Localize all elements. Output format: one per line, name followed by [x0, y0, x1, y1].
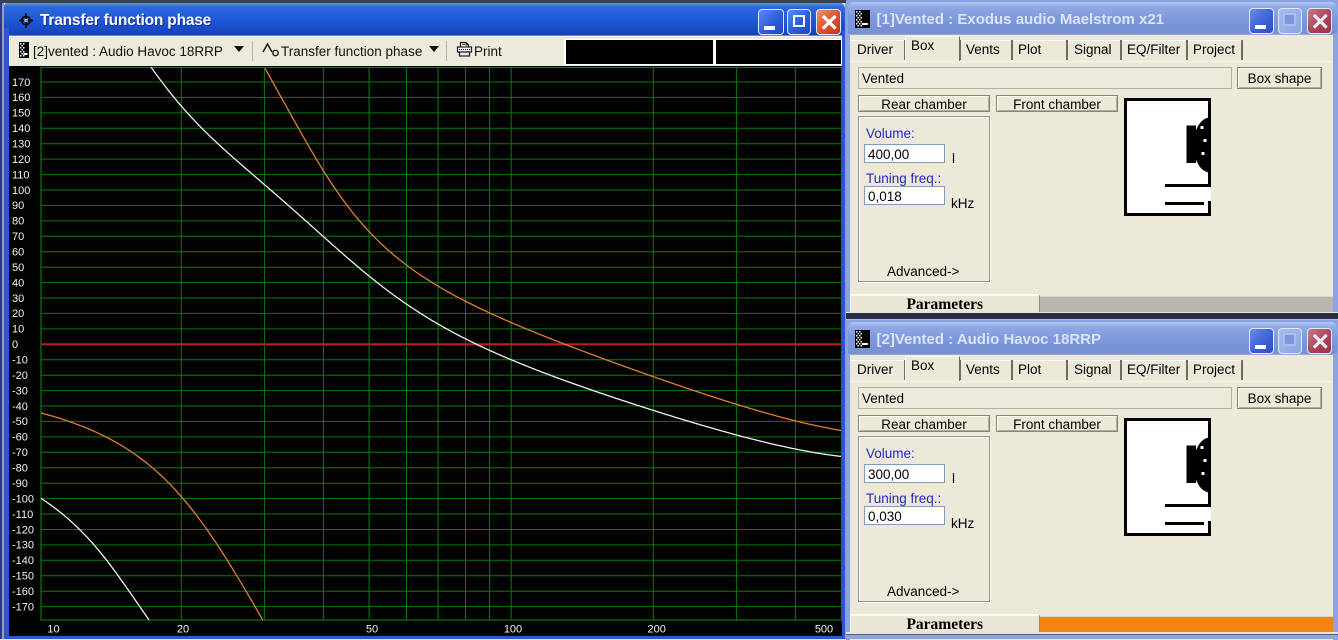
svg-text:30: 30 [12, 293, 24, 305]
svg-text:20: 20 [177, 624, 189, 636]
svg-text:110: 110 [12, 169, 30, 181]
svg-text:-20: -20 [12, 370, 28, 382]
svg-text:10: 10 [47, 624, 59, 636]
svg-text:-100: -100 [12, 493, 34, 505]
svg-text:-130: -130 [12, 540, 34, 552]
svg-text:80: 80 [12, 216, 24, 228]
svg-text:-110: -110 [12, 509, 33, 521]
svg-text:170: 170 [12, 77, 30, 89]
svg-text:0: 0 [12, 339, 18, 351]
svg-text:-40: -40 [12, 401, 28, 413]
svg-text:-90: -90 [12, 478, 28, 490]
svg-text:-160: -160 [12, 586, 34, 598]
svg-text:140: 140 [12, 123, 30, 135]
svg-text:-30: -30 [12, 385, 28, 397]
svg-text:150: 150 [12, 108, 30, 120]
svg-text:50: 50 [12, 262, 24, 274]
svg-text:50: 50 [366, 624, 378, 636]
svg-text:-170: -170 [12, 601, 34, 613]
svg-text:500: 500 [815, 624, 833, 636]
svg-text:-70: -70 [12, 447, 28, 459]
svg-text:200: 200 [648, 624, 666, 636]
svg-text:60: 60 [12, 247, 24, 259]
svg-text:70: 70 [12, 231, 24, 243]
svg-text:-150: -150 [12, 571, 34, 583]
svg-text:-10: -10 [12, 355, 28, 367]
svg-text:90: 90 [12, 200, 24, 212]
svg-text:40: 40 [12, 277, 24, 289]
svg-text:100: 100 [12, 185, 30, 197]
svg-text:120: 120 [12, 154, 30, 166]
svg-text:130: 130 [12, 139, 30, 151]
svg-text:-80: -80 [12, 463, 28, 475]
svg-text:10: 10 [12, 324, 24, 336]
svg-text:-120: -120 [12, 524, 34, 536]
svg-text:100: 100 [504, 624, 522, 636]
svg-text:20: 20 [12, 308, 24, 320]
svg-text:-60: -60 [12, 432, 28, 444]
svg-text:-140: -140 [12, 555, 34, 567]
svg-text:160: 160 [12, 92, 30, 104]
svg-text:-50: -50 [12, 416, 28, 428]
